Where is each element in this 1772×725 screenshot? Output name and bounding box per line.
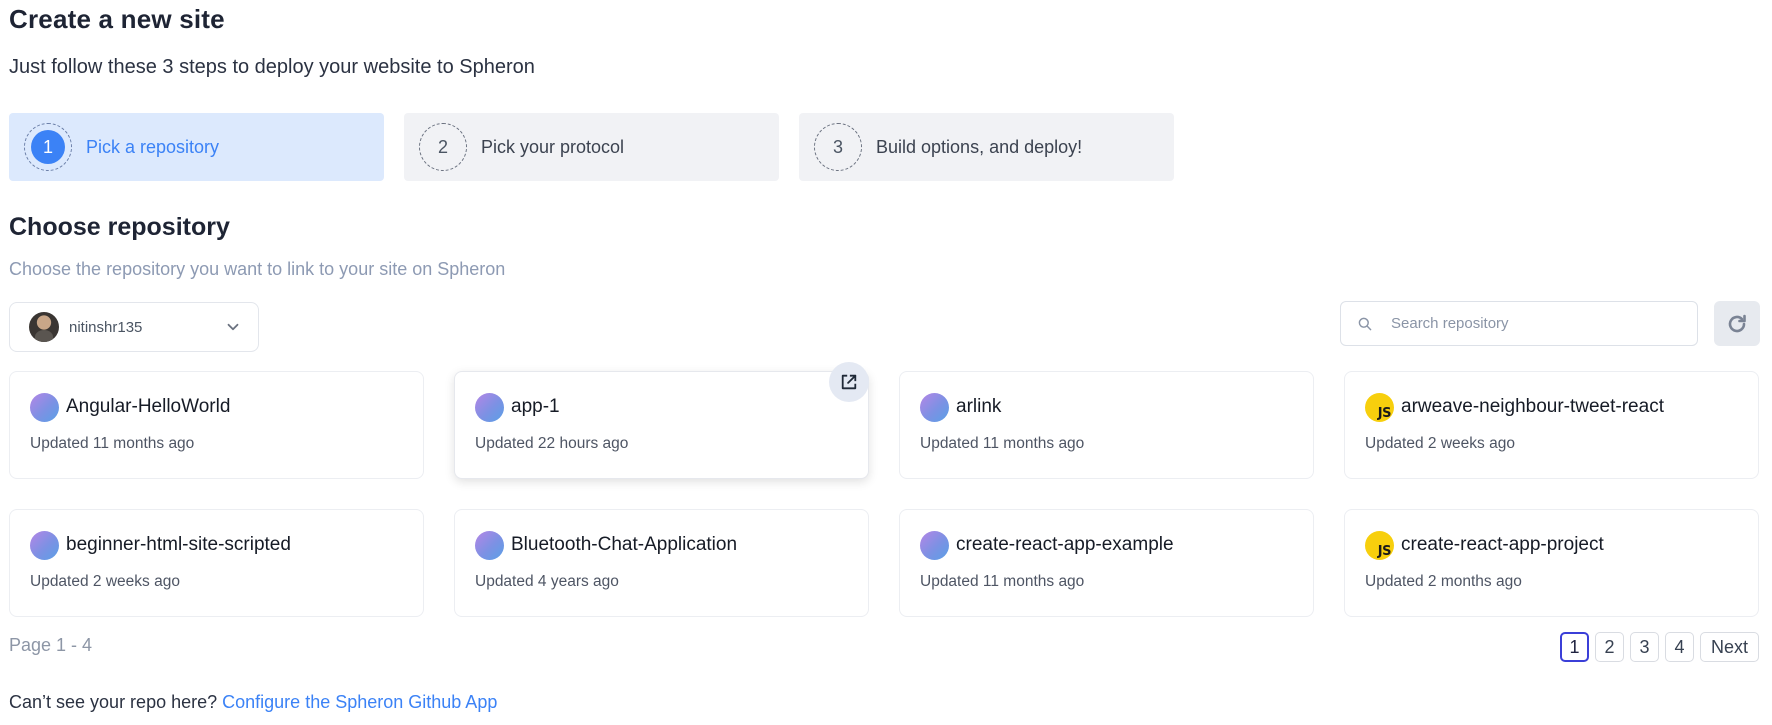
repo-updated: Updated 11 months ago <box>30 435 195 452</box>
refresh-button[interactable] <box>1714 301 1760 346</box>
repo-name: create-react-app-project <box>1401 534 1604 555</box>
repo-name: arweave-neighbour-tweet-react <box>1401 396 1664 417</box>
search-icon <box>1358 317 1372 330</box>
repo-card[interactable]: app-1 Updated 22 hours ago <box>454 362 869 479</box>
repo-updated: Updated 2 weeks ago <box>1365 435 1515 452</box>
page-button-1[interactable]: 1 <box>1559 632 1589 662</box>
repo-gradient-icon <box>30 530 59 560</box>
repo-name: app-1 <box>511 396 560 417</box>
page-subtitle: Just follow these 3 steps to deploy your… <box>9 56 535 78</box>
repo-name: Angular-HelloWorld <box>66 396 231 417</box>
javascript-icon: JS <box>1365 530 1394 560</box>
repo-card[interactable]: JS create-react-app-project Updated 2 mo… <box>1344 509 1759 617</box>
repo-card[interactable]: beginner-html-site-scripted Updated 2 we… <box>9 509 424 617</box>
footer-prompt: Can’t see your repo here? <box>9 692 218 712</box>
repo-name: arlink <box>956 396 1002 417</box>
repo-name: beginner-html-site-scripted <box>66 534 291 555</box>
repo-gradient-icon <box>30 392 59 422</box>
section-title: Choose repository <box>9 213 230 241</box>
step-3-build-deploy[interactable]: 3 Build options, and deploy! <box>799 113 1174 181</box>
external-link-icon <box>841 374 857 390</box>
javascript-badge-text: JS <box>1377 543 1392 559</box>
repo-updated: Updated 11 months ago <box>920 573 1085 590</box>
step-2-pick-protocol[interactable]: 2 Pick your protocol <box>404 113 779 181</box>
section-subtitle: Choose the repository you want to link t… <box>9 259 506 279</box>
next-page-button[interactable]: Next <box>1699 632 1759 662</box>
repo-updated: Updated 4 years ago <box>475 573 619 590</box>
page-button-4[interactable]: 4 <box>1664 632 1694 662</box>
page-info: Page 1 - 4 <box>9 635 93 655</box>
step-number: 3 <box>832 136 843 157</box>
step-label: Pick your protocol <box>481 136 625 157</box>
chevron-down-icon <box>227 323 239 331</box>
repo-gradient-icon <box>920 530 949 560</box>
pagination: 1 2 3 4 Next <box>1559 632 1759 662</box>
repo-card[interactable]: JS arweave-neighbour-tweet-react Updated… <box>1344 371 1759 479</box>
repo-gradient-icon <box>475 530 504 560</box>
step-number: 2 <box>437 136 448 157</box>
repo-updated: Updated 11 months ago <box>920 435 1085 452</box>
search-input[interactable] <box>1391 315 1681 332</box>
repo-gradient-icon <box>475 392 504 422</box>
step-indicator: 1 Pick a repository 2 Pick your protocol… <box>9 113 1174 181</box>
repo-updated: Updated 22 hours ago <box>475 435 629 452</box>
repo-card[interactable]: create-react-app-example Updated 11 mont… <box>899 509 1314 617</box>
footer-note: Can’t see your repo here? Configure the … <box>9 692 497 713</box>
repo-updated: Updated 2 months ago <box>1365 573 1522 590</box>
repo-gradient-icon <box>920 392 949 422</box>
step-number-ring: 2 <box>419 123 467 171</box>
configure-github-app-link[interactable]: Configure the Spheron Github App <box>222 692 497 712</box>
page-title: Create a new site <box>9 4 225 34</box>
javascript-badge-text: JS <box>1377 405 1392 421</box>
repo-updated: Updated 2 weeks ago <box>30 573 180 590</box>
step-number-ring: 3 <box>814 123 862 171</box>
repo-card[interactable]: Bluetooth-Chat-Application Updated 4 yea… <box>454 509 869 617</box>
step-label: Pick a repository <box>86 136 220 157</box>
repo-card[interactable]: Angular-HelloWorld Updated 11 months ago <box>9 371 424 479</box>
step-label: Build options, and deploy! <box>876 136 1083 157</box>
refresh-icon <box>1728 314 1746 332</box>
step-number-ring: 1 <box>24 123 72 171</box>
javascript-icon: JS <box>1365 392 1394 422</box>
step-number: 1 <box>31 130 65 164</box>
account-dropdown[interactable]: nitinshr135 <box>9 302 259 352</box>
page-button-2[interactable]: 2 <box>1594 632 1624 662</box>
step-1-pick-repository[interactable]: 1 Pick a repository <box>9 113 384 181</box>
repo-name: Bluetooth-Chat-Application <box>511 534 738 555</box>
open-repo-button[interactable] <box>829 362 869 402</box>
repository-grid: Angular-HelloWorld Updated 11 months ago… <box>9 362 1759 617</box>
repo-card[interactable]: arlink Updated 11 months ago <box>899 371 1314 479</box>
account-username: nitinshr135 <box>69 318 143 336</box>
repo-name: create-react-app-example <box>956 534 1174 555</box>
page-button-3[interactable]: 3 <box>1629 632 1659 662</box>
avatar <box>29 312 59 342</box>
search-box <box>1340 301 1698 346</box>
